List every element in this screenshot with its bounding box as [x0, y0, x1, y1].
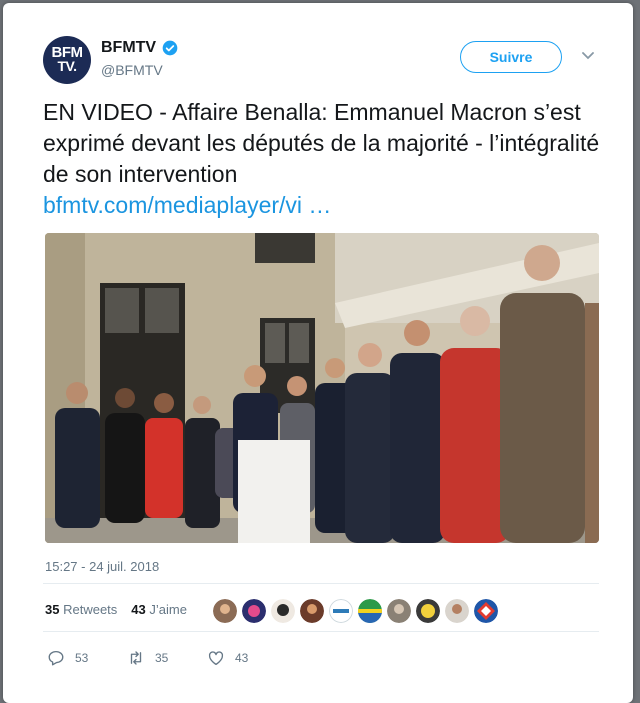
- press-conference-photo: [45, 233, 599, 543]
- liker-avatar[interactable]: [387, 599, 411, 623]
- reply-button[interactable]: 53: [47, 649, 127, 667]
- reply-icon: [48, 650, 64, 666]
- reply-count: 53: [75, 651, 89, 665]
- liker-avatar[interactable]: [213, 599, 237, 623]
- retweets-stat[interactable]: 35 Retweets: [45, 602, 117, 617]
- avatar-logo-line2: TV.: [57, 58, 78, 75]
- account-name[interactable]: BFMTV: [101, 39, 156, 57]
- liker-avatar[interactable]: [271, 599, 295, 623]
- retweets-stat-label: Retweets: [63, 602, 118, 617]
- liker-avatar[interactable]: [300, 599, 324, 623]
- account-name-row[interactable]: BFMTV: [101, 39, 178, 57]
- retweet-button[interactable]: 35: [127, 649, 207, 667]
- verified-badge-icon: [162, 40, 178, 56]
- liker-avatar[interactable]: [474, 599, 498, 623]
- tweet-link[interactable]: bfmtv.com/mediaplayer/vi …: [43, 190, 603, 221]
- retweet-icon: [130, 651, 142, 665]
- liker-avatar[interactable]: [445, 599, 469, 623]
- chevron-down-icon[interactable]: [582, 52, 594, 60]
- divider: [43, 631, 599, 632]
- likes-stat-label: J’aime: [149, 602, 187, 617]
- retweet-count: 35: [155, 651, 169, 665]
- liker-avatar[interactable]: [416, 599, 440, 623]
- engagement-stats: 35 Retweets 43 J’aime: [45, 602, 187, 617]
- divider: [43, 583, 599, 584]
- tweet-timestamp[interactable]: 15:27 - 24 juil. 2018: [45, 559, 159, 574]
- heart-icon: [208, 651, 224, 666]
- retweets-stat-count: 35: [45, 602, 60, 617]
- likes-stat-count: 43: [131, 602, 146, 617]
- tweet-body: EN VIDEO - Affaire Benalla: Emmanuel Mac…: [43, 99, 600, 187]
- avatar[interactable]: BFM TV.: [43, 36, 91, 84]
- like-count: 43: [235, 651, 249, 665]
- tweet-card: BFM TV. BFMTV @BFMTV Suivre EN VIDEO - A…: [3, 3, 633, 703]
- tweet-actions: 53 35 43: [47, 649, 287, 667]
- tweet-text: EN VIDEO - Affaire Benalla: Emmanuel Mac…: [43, 97, 603, 221]
- follow-button[interactable]: Suivre: [460, 41, 562, 73]
- liker-avatar[interactable]: [242, 599, 266, 623]
- liker-avatar[interactable]: [358, 599, 382, 623]
- account-handle[interactable]: @BFMTV: [101, 62, 163, 78]
- liker-avatar[interactable]: [329, 599, 353, 623]
- like-button[interactable]: 43: [207, 649, 287, 667]
- likes-stat[interactable]: 43 J’aime: [131, 602, 187, 617]
- tweet-media-photo[interactable]: [45, 233, 599, 543]
- likers-avatars: [213, 599, 498, 623]
